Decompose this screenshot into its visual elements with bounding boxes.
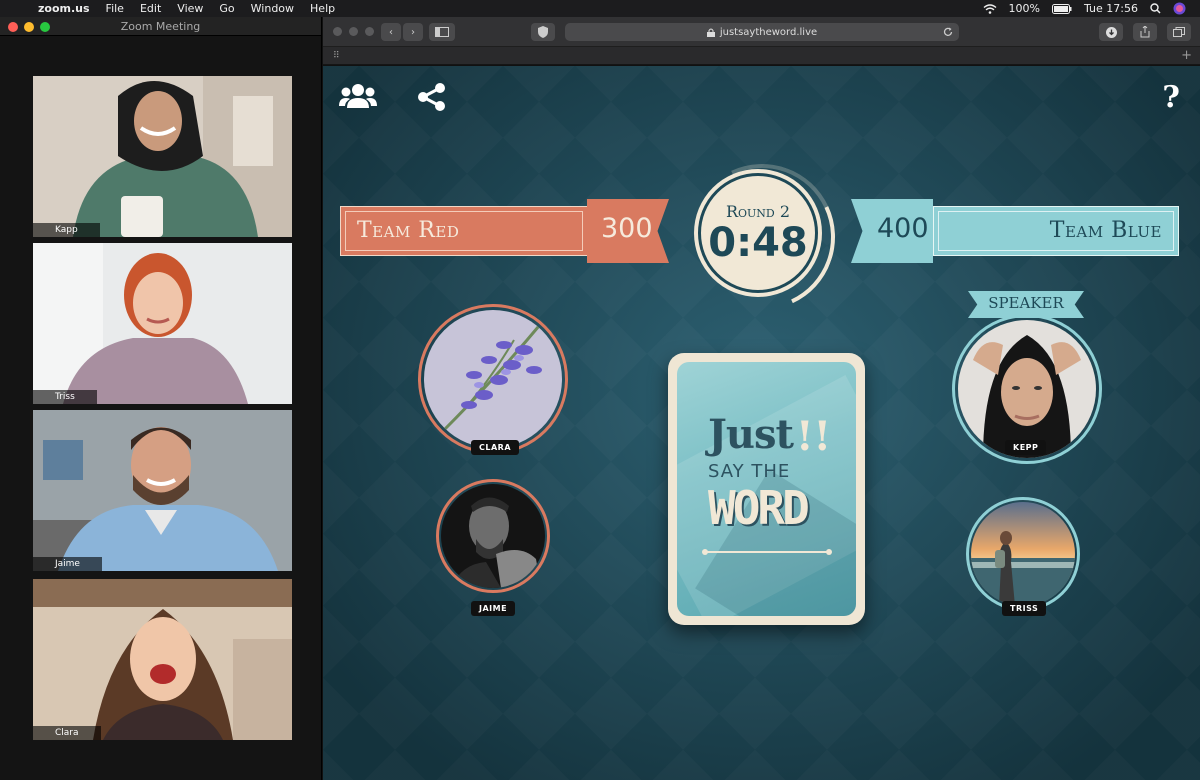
spotlight-search-icon[interactable] (1150, 3, 1161, 14)
favorites-bar: ⠿ + (323, 47, 1200, 65)
participant-video-clara (33, 579, 292, 740)
menu-window[interactable]: Window (243, 2, 302, 15)
word-card[interactable]: Just !! SAY THE WORD (668, 353, 865, 625)
team-red-score: 300 (601, 213, 653, 244)
siri-icon[interactable] (1173, 2, 1186, 15)
minimize-window-button[interactable] (349, 27, 358, 36)
logo-underline (702, 549, 832, 555)
player-name-triss: TRISS (1002, 601, 1047, 616)
player-avatar-kepp[interactable] (958, 320, 1096, 458)
menu-app-name[interactable]: zoom.us (30, 2, 98, 15)
menubar-clock[interactable]: Tue 17:56 (1084, 2, 1138, 15)
team-red-name: Team Red (357, 218, 460, 243)
player-name-clara: CLARA (471, 440, 520, 455)
share-button[interactable] (1133, 23, 1157, 41)
share-icon (1140, 26, 1150, 38)
menu-edit[interactable]: Edit (132, 2, 169, 15)
shield-icon (538, 26, 548, 38)
download-icon (1105, 26, 1117, 38)
privacy-shield-button[interactable] (531, 23, 555, 41)
participant-name-jaime: Jaime (33, 557, 102, 571)
zoom-titlebar: Zoom Meeting (0, 17, 321, 36)
team-blue-score-ribbon: 400 (851, 199, 933, 263)
logo-word-text: WORD (708, 481, 810, 535)
team-red-banner: Team Red (340, 206, 588, 256)
round-timer: Round 2 0:48 (698, 173, 818, 293)
zoom-window-title: Zoom Meeting (120, 20, 201, 33)
browser-toolbar: ‹ › justsaytheword.live (323, 17, 1200, 47)
new-tab-icon[interactable]: + (1181, 48, 1192, 63)
triss-beach-image (971, 502, 1075, 606)
timer-value: 0:48 (708, 220, 808, 266)
participant-video-kapp (33, 76, 292, 237)
zoom-window: Zoom Meeting Kapp Triss Jaime Clara (0, 17, 322, 780)
video-tile-kapp[interactable]: Kapp (33, 76, 292, 237)
forward-button[interactable]: › (403, 23, 423, 41)
participant-video-jaime (33, 410, 292, 571)
round-label: Round 2 (725, 202, 791, 221)
video-tile-triss[interactable]: Triss (33, 243, 292, 404)
url-text: justsaytheword.live (719, 26, 818, 38)
menu-help[interactable]: Help (302, 2, 343, 15)
tabs-icon (1173, 27, 1185, 37)
logo-exclamation-text: !! (796, 413, 832, 460)
macos-menubar: zoom.us File Edit View Go Window Help 10… (0, 0, 1200, 17)
team-red-score-ribbon: 300 (587, 199, 669, 263)
participant-video-triss (33, 243, 292, 404)
jaime-portrait-image (441, 484, 545, 588)
lavender-image (424, 310, 562, 448)
participant-name-kapp: Kapp (33, 223, 100, 237)
player-name-jaime: JAIME (471, 601, 516, 616)
player-avatar-clara[interactable] (424, 310, 562, 448)
menu-file[interactable]: File (98, 2, 132, 15)
team-blue-name: Team Blue (1049, 218, 1162, 243)
sidebar-icon (435, 27, 449, 37)
logo-say-the-text: SAY THE (708, 461, 791, 482)
wifi-icon[interactable] (983, 3, 997, 14)
share-network-icon[interactable] (416, 82, 448, 112)
kepp-portrait-image (958, 320, 1096, 458)
address-bar[interactable]: justsaytheword.live (565, 23, 959, 41)
menubar-status-area: 100% Tue 17:56 (983, 2, 1200, 15)
video-tile-jaime[interactable]: Jaime (33, 410, 292, 571)
game-board: ? Team Red 300 400 Team Blue Round 2 0:4… (323, 66, 1200, 780)
participant-name-triss: Triss (33, 390, 97, 404)
player-avatar-triss[interactable] (971, 502, 1075, 606)
sidebar-toggle-button[interactable] (429, 23, 455, 41)
logo-just-text: Just (708, 411, 794, 458)
participant-name-clara: Clara (33, 726, 101, 740)
close-window-button[interactable] (333, 27, 342, 36)
tab-overview-button[interactable] (1167, 23, 1191, 41)
battery-icon[interactable] (1052, 3, 1072, 14)
help-icon[interactable]: ? (1162, 80, 1180, 115)
menu-go[interactable]: Go (211, 2, 242, 15)
downloads-button[interactable] (1099, 23, 1123, 41)
player-avatar-jaime[interactable] (441, 484, 545, 588)
reload-icon[interactable] (943, 27, 953, 37)
team-blue-banner: Team Blue (933, 206, 1179, 256)
player-name-kepp: KEPP (1005, 440, 1047, 455)
battery-percent: 100% (1008, 2, 1040, 15)
favorites-grid-icon[interactable]: ⠿ (333, 51, 340, 61)
menu-view[interactable]: View (169, 2, 211, 15)
back-button[interactable]: ‹ (381, 23, 401, 41)
players-icon[interactable] (339, 83, 377, 109)
team-blue-score: 400 (877, 213, 929, 244)
lock-icon (706, 28, 715, 37)
browser-window: ‹ › justsaytheword.live ⠿ + ? Team Red 3… (323, 17, 1200, 780)
zoom-window-button[interactable] (365, 27, 374, 36)
video-tile-clara[interactable]: Clara (33, 579, 292, 740)
